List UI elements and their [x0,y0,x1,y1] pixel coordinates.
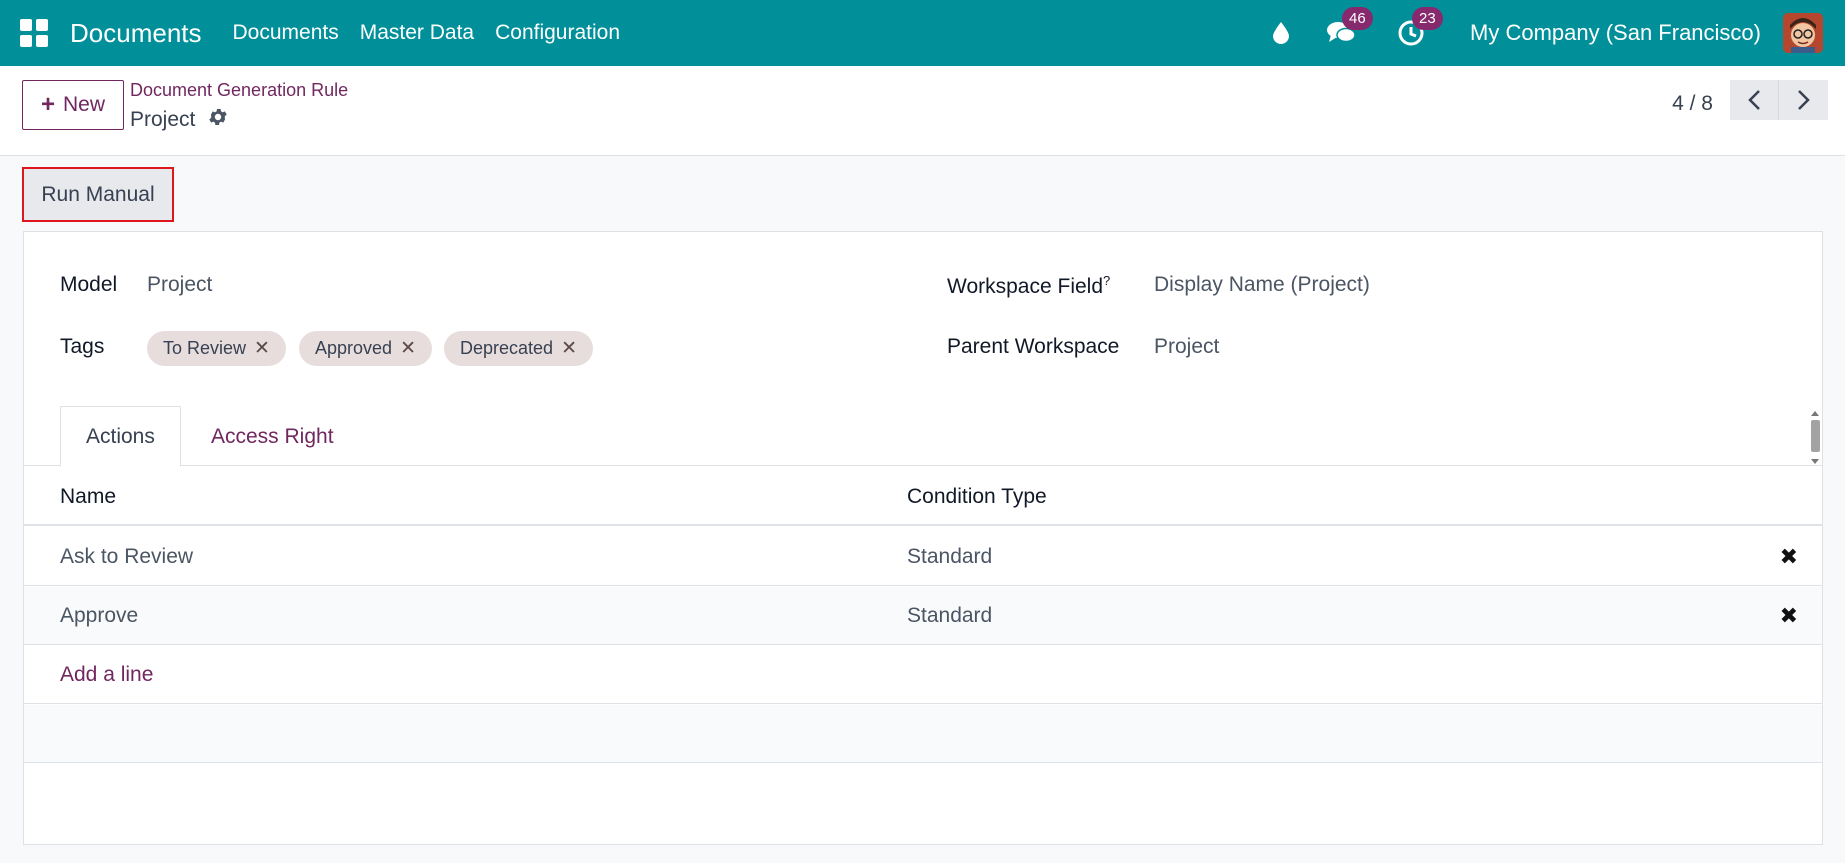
remove-tag-icon[interactable]: ✕ [254,337,270,360]
table-row[interactable]: Ask to Review Standard ✖ [24,528,1822,586]
control-panel: + New Document Generation Rule Project 4… [0,66,1845,156]
drop-icon[interactable] [1266,18,1296,48]
help-tooltip-icon[interactable]: ? [1103,273,1110,288]
tab-actions[interactable]: Actions [60,406,181,467]
user-avatar[interactable] [1783,13,1823,53]
activities-badge: 23 [1412,7,1443,30]
chevron-left-icon [1748,90,1760,110]
run-manual-button[interactable]: Run Manual [22,167,174,222]
tag-label: To Review [163,338,247,358]
company-switcher[interactable]: My Company (San Francisco) [1470,20,1761,46]
tag-deprecated[interactable]: Deprecated ✕ [444,331,593,366]
action-name-cell[interactable]: Approve [60,587,138,645]
model-label: Model [60,273,118,296]
pager-value[interactable]: 4 / 8 [1672,84,1713,124]
menu-configuration[interactable]: Configuration [495,21,620,45]
column-header-name[interactable]: Name [60,468,116,526]
new-button[interactable]: + New [22,80,124,130]
parent-workspace-label: Parent Workspace [947,335,1120,358]
menu-documents[interactable]: Documents [233,21,339,45]
tabs-scrollbar[interactable] [1808,408,1822,466]
chevron-right-icon [1797,90,1810,110]
table-header: Name Condition Type [24,468,1822,526]
parent-workspace-field[interactable]: Project [1154,335,1219,359]
column-header-condition-type[interactable]: Condition Type [907,468,1047,526]
remove-tag-icon[interactable]: ✕ [561,337,577,360]
delete-row-icon[interactable]: ✖ [1780,587,1798,645]
new-button-label: New [63,93,106,116]
scroll-down-icon[interactable] [1811,459,1819,464]
pager-next-button[interactable] [1779,80,1828,120]
delete-row-icon[interactable]: ✖ [1780,528,1798,586]
empty-row [24,705,1822,763]
remove-tag-icon[interactable]: ✕ [400,337,416,360]
condition-type-cell[interactable]: Standard [907,528,992,586]
table-row[interactable]: Approve Standard ✖ [24,587,1822,645]
record-title: Project [130,106,229,134]
notebook-tabs: Actions Access Right [24,406,1822,467]
messages-badge: 46 [1342,7,1373,30]
scrollbar-thumb[interactable] [1811,420,1820,452]
form-sheet: Model Project Tags To Review ✕ Approved … [23,231,1823,845]
plus-icon: + [40,91,55,118]
app-menu-icon[interactable] [20,19,48,47]
add-line-link[interactable]: Add a line [60,646,153,704]
workspace-field[interactable]: Display Name (Project) [1154,273,1370,297]
tag-approved[interactable]: Approved ✕ [299,331,432,366]
breadcrumb-link[interactable]: Document Generation Rule [130,80,348,101]
tab-access-right[interactable]: Access Right [186,406,359,467]
scroll-up-icon[interactable] [1811,411,1819,416]
add-line-row: Add a line [24,646,1822,704]
tag-label: Approved [315,338,393,358]
systray: 46 23 My Company (San Francisco) [1266,0,1845,66]
activities-icon[interactable]: 23 [1396,7,1443,48]
tag-label: Deprecated [460,338,554,358]
record-title-text: Project [130,108,196,131]
model-field[interactable]: Project [147,273,212,297]
tag-to-review[interactable]: To Review ✕ [147,331,286,366]
action-name-cell[interactable]: Ask to Review [60,528,193,586]
gear-icon[interactable] [207,106,229,134]
tags-label: Tags [60,335,105,358]
condition-type-cell[interactable]: Standard [907,587,992,645]
messages-icon[interactable]: 46 [1326,7,1373,48]
workspace-field-label: Workspace Field? [947,273,1110,299]
app-brand[interactable]: Documents [70,18,202,49]
top-navbar: Documents Documents Master Data Configur… [0,0,1845,66]
workspace-field-label-text: Workspace Field [947,275,1104,298]
pager-previous-button[interactable] [1730,80,1779,120]
menu-master-data[interactable]: Master Data [360,21,474,45]
